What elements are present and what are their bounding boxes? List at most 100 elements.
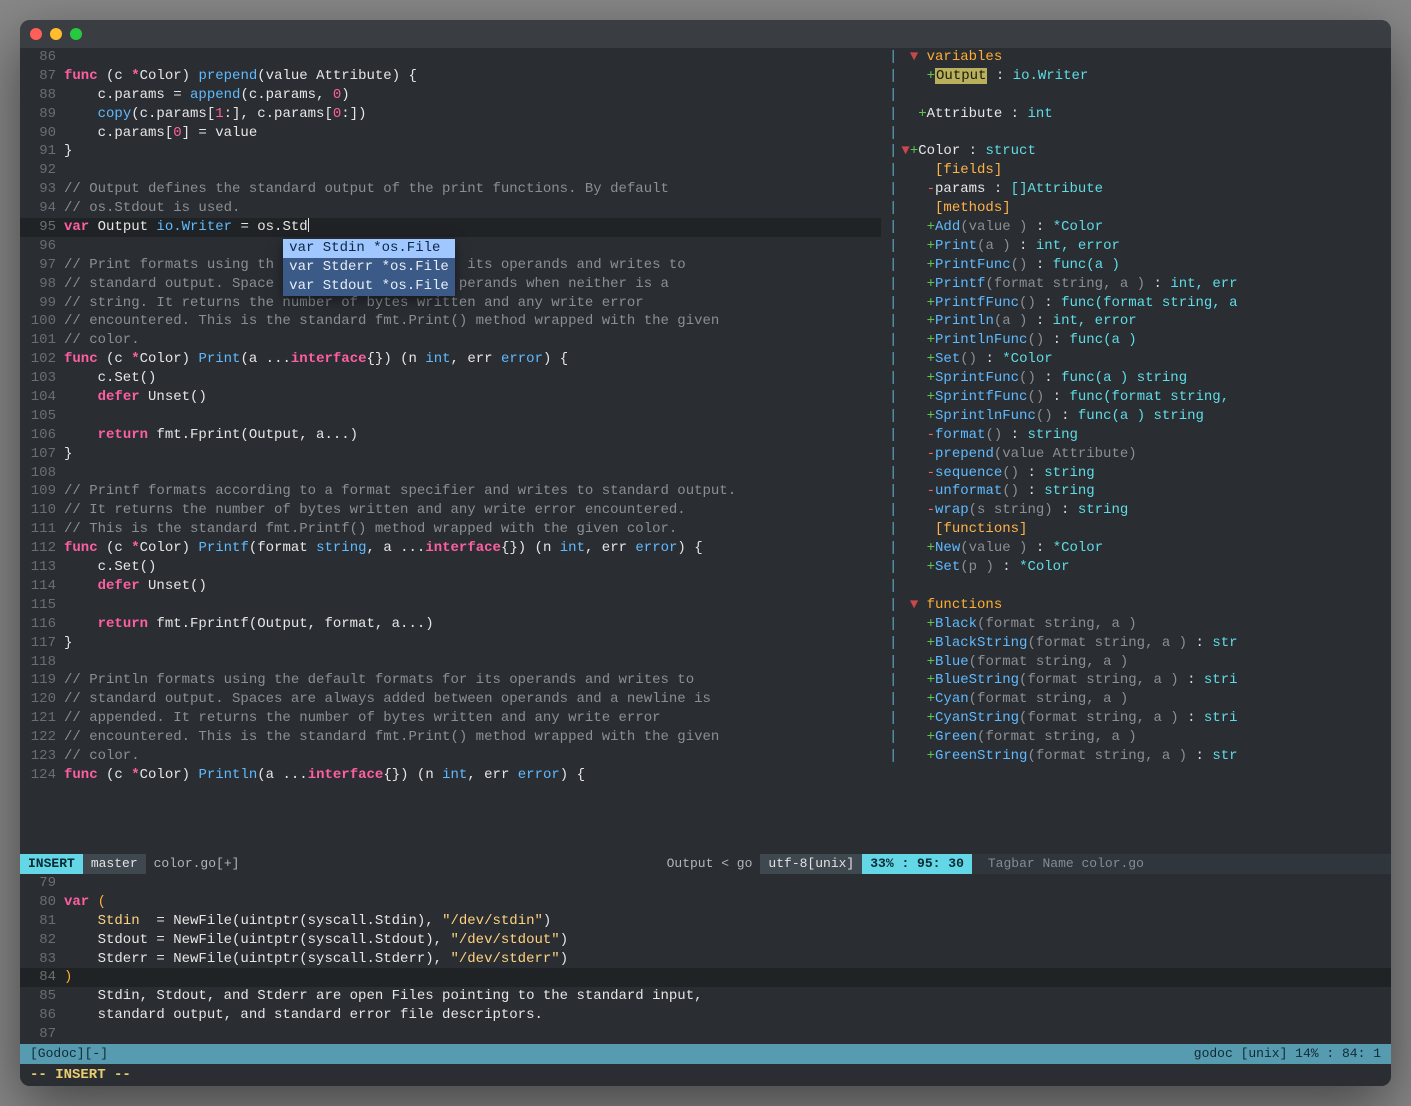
code-line[interactable]: 95var Output io.Writer = os.Std: [20, 218, 881, 237]
code-line[interactable]: 87func (c *Color) prepend(value Attribut…: [20, 67, 881, 86]
code-line[interactable]: 82 Stdout = NewFile(uintptr(syscall.Stdo…: [20, 931, 1391, 950]
tagbar-line[interactable]: | +BlackString(format string, a ) : str: [885, 634, 1391, 653]
code-line[interactable]: 87: [20, 1025, 1391, 1044]
code-line[interactable]: 116 return fmt.Fprintf(Output, format, a…: [20, 615, 881, 634]
code-line[interactable]: 99// string. It returns the number of by…: [20, 294, 881, 313]
tagbar-line[interactable]: | +CyanString(format string, a ) : stri: [885, 709, 1391, 728]
completion-popup[interactable]: var Stdin *os.File var Stderr *os.Fileva…: [283, 239, 455, 296]
code-line[interactable]: 80var (: [20, 893, 1391, 912]
code-line[interactable]: 91}: [20, 142, 881, 161]
code-line[interactable]: 121// appended. It returns the number of…: [20, 709, 881, 728]
tagbar-line[interactable]: | +Cyan(format string, a ): [885, 690, 1391, 709]
fold-icon[interactable]: ▼: [901, 143, 909, 159]
close-icon[interactable]: [30, 28, 42, 40]
code-line[interactable]: 85 Stdin, Stdout, and Stderr are open Fi…: [20, 987, 1391, 1006]
code-line[interactable]: 86 standard output, and standard error f…: [20, 1006, 1391, 1025]
tagbar-line[interactable]: | +PrintfFunc() : func(format string, a: [885, 294, 1391, 313]
code-line[interactable]: 84): [20, 968, 1391, 987]
tagbar-pane[interactable]: | ▼ variables| +Output : io.Writer| | +A…: [881, 48, 1391, 854]
tagbar-line[interactable]: | +Output : io.Writer: [885, 67, 1391, 86]
code-line[interactable]: 102func (c *Color) Print(a ...interface{…: [20, 350, 881, 369]
code-line[interactable]: 94// os.Stdout is used.: [20, 199, 881, 218]
completion-item[interactable]: var Stdin *os.File: [283, 239, 455, 258]
titlebar[interactable]: [20, 20, 1391, 48]
code-line[interactable]: 83 Stderr = NewFile(uintptr(syscall.Stde…: [20, 950, 1391, 969]
tagbar-line[interactable]: | -prepend(value Attribute): [885, 445, 1391, 464]
tagbar-line[interactable]: | +New(value ) : *Color: [885, 539, 1391, 558]
code-line[interactable]: 124func (c *Color) Println(a ...interfac…: [20, 766, 881, 785]
code-line[interactable]: 89 copy(c.params[1:], c.params[0:]): [20, 105, 881, 124]
code-line[interactable]: 111// This is the standard fmt.Printf() …: [20, 520, 881, 539]
editor-lower[interactable]: 7980var (81 Stdin = NewFile(uintptr(sysc…: [20, 874, 1391, 1044]
tagbar-line[interactable]: | [fields]: [885, 161, 1391, 180]
tagbar-line[interactable]: | +SprintFunc() : func(a ) string: [885, 369, 1391, 388]
code-line[interactable]: 114 defer Unset(): [20, 577, 881, 596]
code-line[interactable]: 81 Stdin = NewFile(uintptr(syscall.Stdin…: [20, 912, 1391, 931]
tagbar-line[interactable]: | +BlueString(format string, a ) : stri: [885, 671, 1391, 690]
fold-icon[interactable]: ▼: [910, 597, 927, 613]
body: 8687func (c *Color) prepend(value Attrib…: [20, 48, 1391, 1086]
code-line[interactable]: 86: [20, 48, 881, 67]
tagbar-line[interactable]: | -unformat() : string: [885, 482, 1391, 501]
editor-main[interactable]: 8687func (c *Color) prepend(value Attrib…: [20, 48, 881, 854]
fold-icon[interactable]: ▼: [910, 49, 927, 65]
zoom-icon[interactable]: [70, 28, 82, 40]
code-line[interactable]: 107}: [20, 445, 881, 464]
tagbar-line[interactable]: | +PrintlnFunc() : func(a ): [885, 331, 1391, 350]
code-line[interactable]: 109// Printf formats according to a form…: [20, 482, 881, 501]
code-line[interactable]: 92: [20, 161, 881, 180]
tagbar-line[interactable]: | +Black(format string, a ): [885, 615, 1391, 634]
tagbar-line[interactable]: | +Blue(format string, a ): [885, 653, 1391, 672]
code-line[interactable]: 115: [20, 596, 881, 615]
tagbar-line[interactable]: | +Print(a ) : int, error: [885, 237, 1391, 256]
tagbar-line[interactable]: | +PrintFunc() : func(a ): [885, 256, 1391, 275]
code-line[interactable]: 108: [20, 464, 881, 483]
completion-item[interactable]: var Stderr *os.File: [283, 258, 455, 277]
command-line[interactable]: -- INSERT --: [20, 1064, 1391, 1086]
tagbar-line[interactable]: | -wrap(s string) : string: [885, 501, 1391, 520]
tagbar-line[interactable]: | -format() : string: [885, 426, 1391, 445]
tagbar-line[interactable]: | -params : []Attribute: [885, 180, 1391, 199]
tagbar-line[interactable]: | [methods]: [885, 199, 1391, 218]
code-line[interactable]: 110// It returns the number of bytes wri…: [20, 501, 881, 520]
completion-item[interactable]: var Stdout *os.File: [283, 277, 455, 296]
tagbar-line[interactable]: | +Green(format string, a ): [885, 728, 1391, 747]
tagbar-line[interactable]: | -sequence() : string: [885, 464, 1391, 483]
tagbar-line[interactable]: | +Attribute : int: [885, 105, 1391, 124]
code-line[interactable]: 103 c.Set(): [20, 369, 881, 388]
tagbar-line[interactable]: | +Add(value ) : *Color: [885, 218, 1391, 237]
tagbar-line[interactable]: | [functions]: [885, 520, 1391, 539]
code-line[interactable]: 106 return fmt.Fprint(Output, a...): [20, 426, 881, 445]
code-line[interactable]: 88 c.params = append(c.params, 0): [20, 86, 881, 105]
minimize-icon[interactable]: [50, 28, 62, 40]
tagbar-line[interactable]: | +GreenString(format string, a ) : str: [885, 747, 1391, 766]
code-line[interactable]: 101// color.: [20, 331, 881, 350]
code-line[interactable]: 93// Output defines the standard output …: [20, 180, 881, 199]
code-line[interactable]: 79: [20, 874, 1391, 893]
code-line[interactable]: 104 defer Unset(): [20, 388, 881, 407]
code-line[interactable]: 118: [20, 653, 881, 672]
tagbar-line[interactable]: | +SprintfFunc() : func(format string,: [885, 388, 1391, 407]
tagbar-line[interactable]: |: [885, 124, 1391, 143]
tagbar-line[interactable]: | ▼ functions: [885, 596, 1391, 615]
code-line[interactable]: 113 c.Set(): [20, 558, 881, 577]
code-line[interactable]: 123// color.: [20, 747, 881, 766]
code-line[interactable]: 122// encountered. This is the standard …: [20, 728, 881, 747]
tagbar-line[interactable]: | +Printf(format string, a ) : int, err: [885, 275, 1391, 294]
code-line[interactable]: 120// standard output. Spaces are always…: [20, 690, 881, 709]
code-line[interactable]: 112func (c *Color) Printf(format string,…: [20, 539, 881, 558]
code-line[interactable]: 119// Println formats using the default …: [20, 671, 881, 690]
code-line[interactable]: 100// encountered. This is the standard …: [20, 312, 881, 331]
tagbar-line[interactable]: | +SprintlnFunc() : func(a ) string: [885, 407, 1391, 426]
tagbar-line[interactable]: | ▼ variables: [885, 48, 1391, 67]
tagbar-line[interactable]: | +Set() : *Color: [885, 350, 1391, 369]
line-number: 86: [20, 48, 64, 67]
tagbar-line[interactable]: | +Set(p ) : *Color: [885, 558, 1391, 577]
tagbar-line[interactable]: |: [885, 577, 1391, 596]
tagbar-line[interactable]: | +Println(a ) : int, error: [885, 312, 1391, 331]
code-line[interactable]: 90 c.params[0] = value: [20, 124, 881, 143]
code-line[interactable]: 105: [20, 407, 881, 426]
tagbar-line[interactable]: |▼+Color : struct: [885, 142, 1391, 161]
tagbar-line[interactable]: |: [885, 86, 1391, 105]
code-line[interactable]: 117}: [20, 634, 881, 653]
